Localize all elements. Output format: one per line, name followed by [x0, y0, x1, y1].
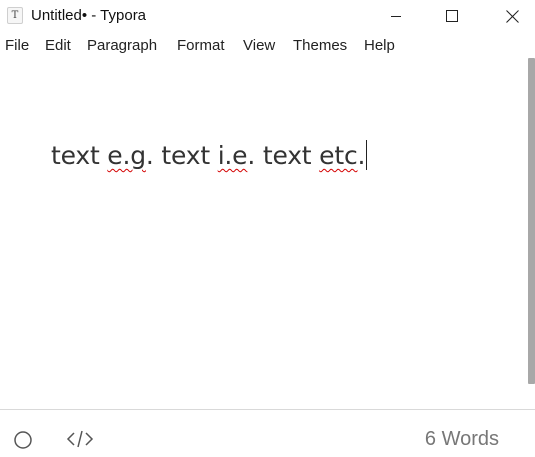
maximize-button[interactable] — [429, 0, 475, 32]
close-button[interactable] — [489, 0, 535, 32]
word-count[interactable]: 6 Words — [425, 428, 499, 451]
source-code-toggle-button[interactable] — [66, 429, 94, 449]
misspelled-word[interactable]: etc — [319, 141, 358, 170]
menu-file[interactable]: File — [5, 37, 29, 54]
minimize-icon — [391, 16, 401, 17]
title-bar[interactable]: T Untitled• - Typora — [0, 0, 535, 32]
menu-bar: File Edit Paragraph Format View Themes H… — [0, 37, 535, 59]
typora-app-icon[interactable]: T — [7, 7, 23, 24]
text-segment: . — [357, 141, 366, 170]
paragraph[interactable]: text e.g. text i.e. text etc. — [51, 140, 368, 170]
circle-icon — [14, 431, 32, 449]
menu-themes[interactable]: Themes — [293, 37, 347, 54]
sidebar-toggle-button[interactable] — [13, 430, 33, 450]
scrollbar-thumb[interactable] — [528, 58, 535, 384]
menu-help[interactable]: Help — [364, 37, 395, 54]
editor-area[interactable]: text e.g. text i.e. text etc. — [0, 60, 527, 410]
menu-view[interactable]: View — [243, 37, 275, 54]
minimize-button[interactable] — [373, 0, 419, 32]
menu-paragraph[interactable]: Paragraph — [87, 37, 157, 54]
text-segment: text — [51, 141, 108, 170]
menu-format[interactable]: Format — [177, 37, 225, 54]
window-title: Untitled• - Typora — [31, 7, 147, 24]
status-bar: 6 Words — [0, 410, 535, 457]
misspelled-word[interactable]: e.g — [107, 141, 146, 170]
code-icon — [66, 430, 94, 448]
text-segment: . text — [145, 141, 218, 170]
misspelled-word[interactable]: i.e — [218, 141, 248, 170]
text-segment: . text — [247, 141, 320, 170]
menu-edit[interactable]: Edit — [45, 37, 71, 54]
text-cursor — [366, 140, 368, 170]
close-icon — [505, 9, 519, 23]
maximize-icon — [446, 10, 458, 22]
typora-window: T Untitled• - Typora File Edit Paragraph… — [0, 0, 535, 457]
